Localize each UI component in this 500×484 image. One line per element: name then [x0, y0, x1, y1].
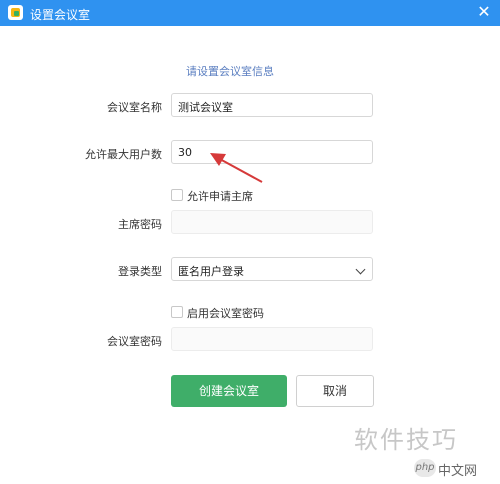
watermark-site: 中文网 [438, 464, 478, 479]
php-logo-icon: php [414, 459, 436, 477]
watermark-text: 软件技巧 [354, 426, 458, 454]
annotation-arrow-head [210, 153, 226, 166]
annotation-arrow-icon [210, 153, 263, 183]
annotation-arrow-shaft [217, 157, 263, 183]
